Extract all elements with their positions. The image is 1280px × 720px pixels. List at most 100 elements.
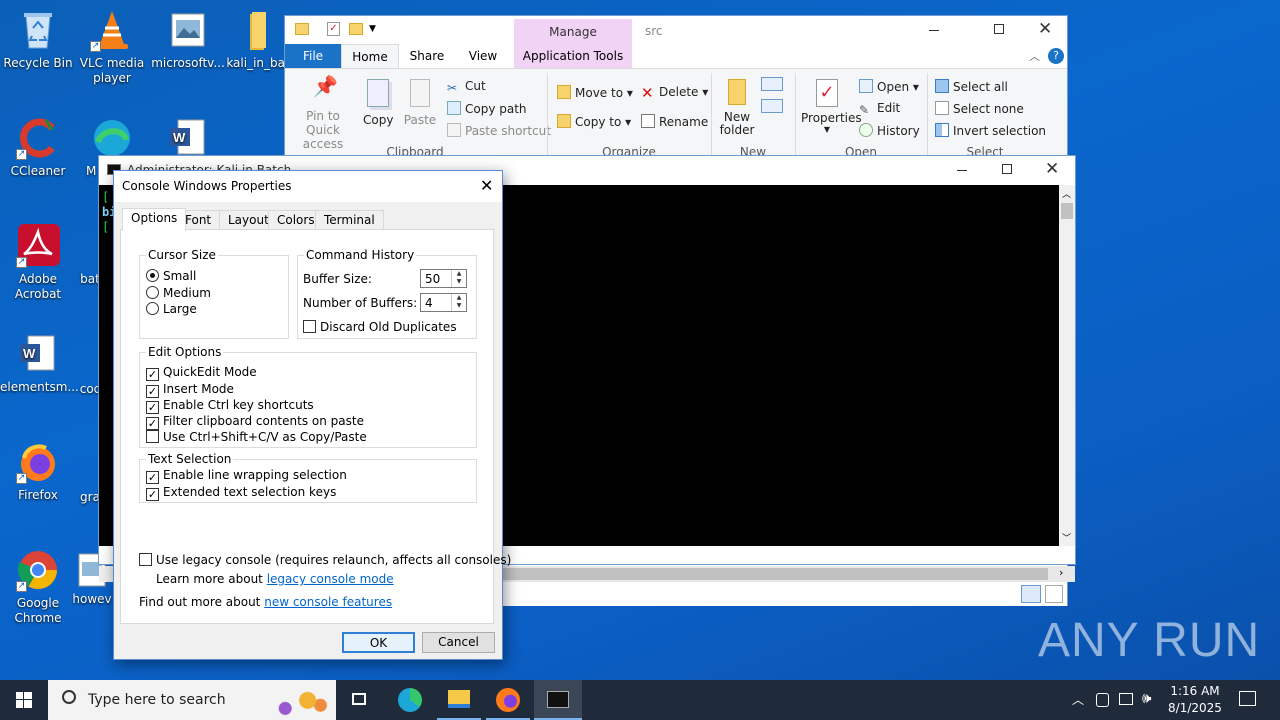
scroll-right-icon[interactable]: ›	[1059, 566, 1063, 579]
edit-button[interactable]: ✎ Edit	[859, 101, 900, 117]
task-view-button[interactable]	[338, 680, 382, 720]
filter-clipboard-checkbox[interactable]: ✓ Filter clipboard contents on paste	[146, 414, 364, 430]
defender-icon[interactable]	[1096, 693, 1109, 707]
radio-large[interactable]: Large	[146, 302, 197, 318]
invert-selection-button[interactable]: Invert selection	[935, 123, 1046, 138]
discard-duplicates-checkbox[interactable]: Discard Old Duplicates	[303, 320, 457, 336]
minimize-icon[interactable]	[957, 170, 967, 171]
maximize-icon[interactable]	[994, 24, 1004, 34]
large-icons-view-icon[interactable]	[1045, 585, 1063, 603]
volume-icon[interactable]: 🕪	[1142, 689, 1151, 707]
minimize-icon[interactable]	[929, 30, 939, 31]
legacy-console-checkbox[interactable]: Use legacy console (requires relaunch, a…	[139, 553, 511, 569]
paste-shortcut-button[interactable]: Paste shortcut	[447, 123, 551, 138]
select-none-button[interactable]: Select none	[935, 101, 1024, 116]
console-hscroll-track[interactable]: ›	[503, 566, 1075, 582]
tab-home[interactable]: Home	[341, 44, 399, 68]
radio-medium[interactable]: Medium	[146, 286, 211, 302]
scroll-thumb[interactable]	[1061, 203, 1073, 219]
easy-access-icon[interactable]	[761, 99, 783, 113]
scroll-up-icon[interactable]: ︿	[1062, 187, 1071, 200]
copy-to-button[interactable]: Copy to ▾	[557, 114, 631, 129]
close-icon[interactable]: ✕	[480, 176, 493, 195]
desktop-icon-chrome[interactable]: ↗ Google Chrome	[0, 548, 76, 626]
desktop-icon-adobe-acrobat[interactable]: ↗ Adobe Acrobat	[0, 224, 76, 302]
properties-button[interactable]: ✓ Properties ▼	[801, 79, 862, 134]
explorer-title-bar[interactable]: ✓ ▼ Manage src ✕	[285, 16, 1067, 68]
cut-button[interactable]: ✂ Cut	[447, 79, 486, 95]
invert-selection-label: Invert selection	[953, 124, 1047, 138]
new-folder-button[interactable]: New folder	[719, 79, 755, 137]
close-icon[interactable]: ✕	[1045, 159, 1059, 179]
desktop-icon-ccleaner[interactable]: ↗ CCleaner	[0, 116, 76, 179]
taskbar-edge[interactable]	[388, 680, 432, 720]
search-placeholder: Type here to search	[88, 692, 226, 708]
tab-file[interactable]: File	[285, 44, 341, 68]
copy-to-label: Copy to	[575, 115, 622, 129]
hscroll-thumb[interactable]	[503, 568, 1048, 580]
legacy-console-link[interactable]: legacy console mode	[267, 572, 394, 586]
details-view-icon[interactable]	[1021, 585, 1041, 603]
delete-button[interactable]: ✕ Delete ▾	[641, 85, 708, 101]
find-out-text: Find out more about new console features	[139, 595, 392, 611]
new-console-features-link[interactable]: new console features	[264, 595, 392, 609]
ctrl-shortcuts-checkbox[interactable]: ✓ Enable Ctrl key shortcuts	[146, 398, 314, 414]
copy-button[interactable]: Copy	[363, 79, 393, 127]
maximize-icon[interactable]	[1002, 164, 1012, 174]
folder-icon	[236, 8, 280, 52]
desktop-icon-recycle-bin[interactable]: Recycle Bin	[0, 8, 76, 71]
paste-button[interactable]: Paste	[403, 79, 437, 127]
tab-terminal[interactable]: Terminal	[315, 210, 384, 230]
quick-access-dropdown-icon[interactable]: ▼	[369, 24, 376, 34]
start-button[interactable]	[0, 680, 48, 720]
taskbar-firefox[interactable]	[486, 680, 530, 720]
line-wrapping-checkbox[interactable]: ✓ Enable line wrapping selection	[146, 468, 347, 484]
console-vertical-scrollbar[interactable]: ︿ ﹀	[1059, 185, 1075, 546]
quickedit-checkbox[interactable]: ✓ QuickEdit Mode	[146, 365, 257, 381]
properties-label: Properties	[801, 111, 862, 125]
help-icon[interactable]: ?	[1048, 48, 1064, 64]
open-button[interactable]: Open ▾	[859, 79, 919, 94]
clock[interactable]: 1:16 AM 8/1/2025	[1164, 683, 1226, 717]
move-to-button[interactable]: Move to ▾	[557, 85, 633, 100]
show-hidden-icons-icon[interactable]: ︿	[1072, 691, 1084, 708]
new-item-icon[interactable]	[761, 77, 783, 91]
tab-application-tools[interactable]: Application Tools	[514, 44, 632, 68]
properties-quick-icon[interactable]: ✓	[327, 22, 340, 36]
extended-keys-checkbox[interactable]: ✓ Extended text selection keys	[146, 485, 336, 501]
notifications-icon[interactable]	[1239, 691, 1256, 706]
insert-mode-checkbox[interactable]: ✓ Insert Mode	[146, 382, 234, 398]
ok-button[interactable]: OK	[342, 632, 415, 653]
buffer-size-spinner[interactable]: 50 ▲ ▼	[420, 269, 467, 288]
spinner-arrows-icon[interactable]: ▲ ▼	[451, 270, 466, 287]
collapse-ribbon-icon[interactable]: ︿	[1029, 48, 1040, 64]
desktop-icon-elementsm[interactable]: W elementsm...	[0, 332, 79, 395]
ctrl-shift-cv-checkbox[interactable]: Use Ctrl+Shift+C/V as Copy/Paste	[146, 430, 367, 446]
paste-shortcut-label: Paste shortcut	[465, 124, 551, 138]
desktop-icon-vlc[interactable]: ↗ VLC media player	[74, 8, 150, 86]
num-buffers-spinner[interactable]: 4 ▲ ▼	[420, 293, 467, 312]
history-button[interactable]: History	[859, 123, 920, 138]
taskbar-console[interactable]	[534, 680, 582, 720]
search-box[interactable]: Type here to search	[48, 680, 336, 720]
close-icon[interactable]: ✕	[1038, 19, 1052, 39]
desktop-icon-microsoftv[interactable]: microsoftv...	[150, 8, 226, 71]
new-folder-quick-icon[interactable]	[349, 23, 363, 35]
tab-share[interactable]: Share	[401, 44, 453, 68]
pin-to-quick-access-button[interactable]: 📌 Pin to Quick access	[291, 76, 355, 151]
paste-shortcut-icon	[447, 123, 461, 137]
desktop-icon-firefox[interactable]: ↗ Firefox	[0, 440, 76, 503]
rename-button[interactable]: Rename	[641, 114, 708, 129]
tab-view[interactable]: View	[457, 44, 509, 68]
select-all-button[interactable]: Select all	[935, 79, 1008, 94]
copy-path-button[interactable]: Copy path	[447, 101, 527, 116]
scroll-down-icon[interactable]: ﹀	[1062, 531, 1071, 544]
cancel-button[interactable]: Cancel	[422, 632, 495, 653]
dialog-title-bar[interactable]: Console Windows Properties ✕	[114, 171, 502, 202]
tab-options[interactable]: Options	[122, 208, 187, 231]
radio-small[interactable]: Small	[146, 269, 196, 285]
network-icon[interactable]	[1119, 693, 1133, 705]
taskbar-file-explorer[interactable]	[437, 680, 481, 720]
spinner-arrows-icon[interactable]: ▲ ▼	[451, 294, 466, 311]
console-properties-dialog[interactable]: Console Windows Properties ✕ Options Fon…	[113, 170, 511, 660]
